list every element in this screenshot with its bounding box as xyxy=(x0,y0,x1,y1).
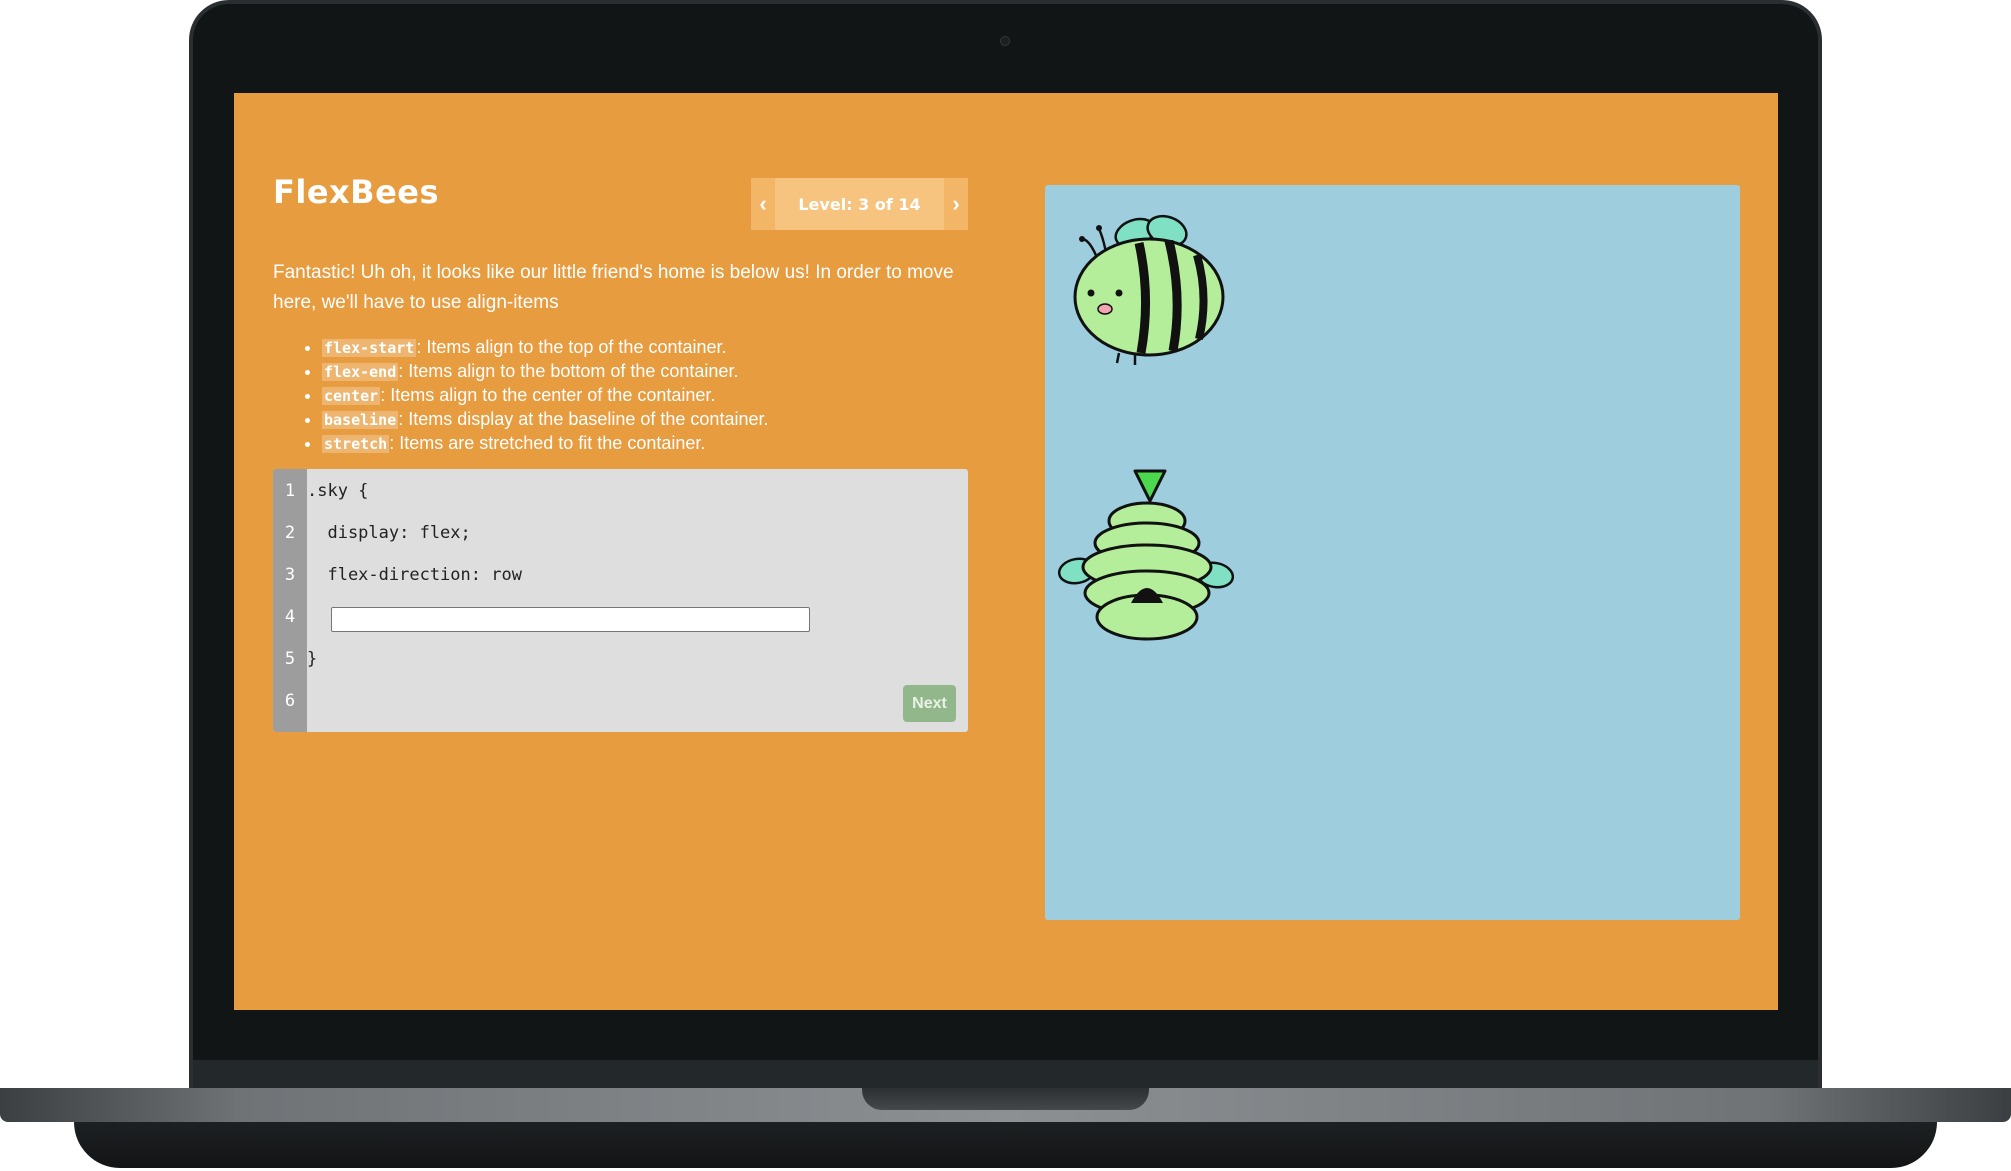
list-item: stretch: Items are stretched to fit the … xyxy=(322,432,974,456)
line-number: 3 xyxy=(284,565,296,585)
line-number: 4 xyxy=(284,607,296,627)
level-navigator: ‹ Level: 3 of 14 › xyxy=(751,178,968,230)
level-indicator[interactable]: Level: 3 of 14 xyxy=(775,178,944,230)
line-number: 1 xyxy=(284,481,296,501)
property-list: flex-start: Items align to the top of th… xyxy=(294,336,974,456)
code-line: display: flex; xyxy=(307,523,471,543)
code-line: } xyxy=(307,649,318,669)
app-screen: FlexBees ‹ Level: 3 of 14 › Fantastic! U… xyxy=(234,93,1778,1010)
property-code: stretch xyxy=(322,435,390,453)
property-description: : Items align to the center of the conta… xyxy=(380,385,716,405)
css-editor: 1 2 3 4 5 6 .sky { display: flex; flex-d… xyxy=(273,469,968,732)
chevron-right-icon: › xyxy=(952,191,960,216)
list-item: flex-end: Items align to the bottom of t… xyxy=(322,360,974,384)
laptop-notch xyxy=(862,1088,1149,1110)
property-code: center xyxy=(322,387,381,405)
next-button[interactable]: Next xyxy=(903,685,956,722)
list-item: center: Items align to the center of the… xyxy=(322,384,974,408)
code-line: flex-direction: row xyxy=(307,565,522,585)
line-number-gutter: 1 2 3 4 5 6 xyxy=(273,469,307,732)
code-line: .sky { xyxy=(307,481,369,501)
line-number: 2 xyxy=(284,523,296,543)
answer-input[interactable] xyxy=(331,607,810,632)
list-item: baseline: Items display at the baseline … xyxy=(322,408,974,432)
laptop-chin xyxy=(193,1060,1818,1090)
instructions-text: Fantastic! Uh oh, it looks like our litt… xyxy=(273,262,954,313)
property-description: : Items align to the bottom of the conta… xyxy=(398,361,739,381)
bee-image xyxy=(1073,214,1225,365)
property-code: flex-end xyxy=(322,363,399,381)
next-level-button[interactable]: › xyxy=(944,178,968,230)
line-number: 6 xyxy=(284,691,296,711)
beehive-image xyxy=(1057,469,1235,641)
property-code: flex-start xyxy=(322,339,417,357)
webcam xyxy=(1000,36,1010,46)
laptop-foot xyxy=(74,1122,1937,1168)
property-description: : Items are stretched to fit the contain… xyxy=(389,433,706,453)
app-title: FlexBees xyxy=(273,173,440,211)
previous-level-button[interactable]: ‹ xyxy=(751,178,775,230)
line-number: 5 xyxy=(284,649,296,669)
property-description: : Items align to the top of the containe… xyxy=(416,337,727,357)
property-code: baseline xyxy=(322,411,399,429)
sky-board xyxy=(1045,185,1740,920)
list-item: flex-start: Items align to the top of th… xyxy=(322,336,974,360)
chevron-left-icon: ‹ xyxy=(759,191,767,216)
property-description: : Items display at the baseline of the c… xyxy=(398,409,769,429)
